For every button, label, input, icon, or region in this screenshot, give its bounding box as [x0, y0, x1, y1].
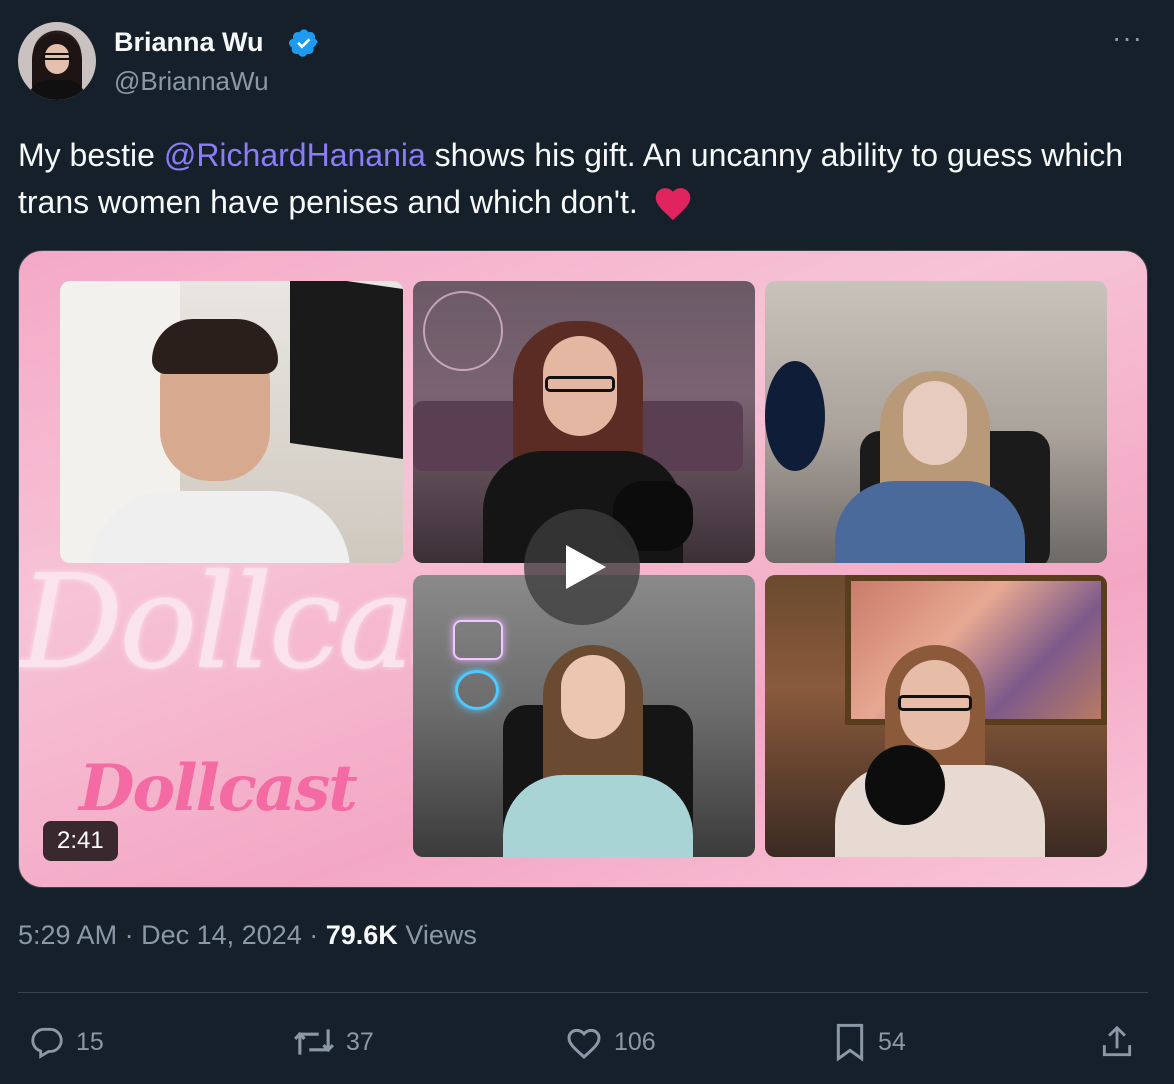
tweet-time[interactable]: 5:29 AM [18, 920, 117, 950]
dollcast-logo-large: Dollcast [19, 546, 439, 698]
dollcast-logo-small: Dollcast [79, 751, 358, 826]
like-button[interactable]: 106 [564, 1022, 656, 1062]
reply-count: 15 [76, 1027, 104, 1056]
tweet-meta: 5:29 AM · Dec 14, 2024 · 79.6K Views [18, 920, 477, 951]
share-button[interactable] [1098, 1022, 1146, 1062]
like-icon [567, 1028, 601, 1060]
tweet: Brianna Wu @BriannaWu ··· My bestie @Ric… [0, 0, 1174, 1084]
display-name[interactable]: Brianna Wu [114, 27, 264, 58]
video-frame-guest-2 [765, 281, 1107, 563]
avatar[interactable] [18, 22, 96, 100]
divider [18, 992, 1148, 993]
views-count[interactable]: 79.6K [326, 920, 398, 950]
reply-button[interactable]: 15 [28, 1022, 104, 1062]
red-heart-icon [655, 188, 690, 221]
verified-badge-icon[interactable] [288, 27, 320, 59]
handle[interactable]: @BriannaWu [114, 66, 269, 97]
retweet-icon [294, 1029, 334, 1055]
retweet-button[interactable]: 37 [292, 1022, 374, 1062]
video-frame-guest-4 [765, 575, 1107, 857]
share-icon [1102, 1025, 1132, 1057]
play-button[interactable] [524, 509, 640, 625]
meta-separator-2: · [309, 920, 319, 950]
tweet-text: My bestie @RichardHanania shows his gift… [18, 132, 1148, 226]
retweet-count: 37 [346, 1027, 374, 1056]
bookmark-count: 54 [878, 1027, 906, 1056]
bookmark-icon [836, 1023, 864, 1062]
views-label: Views [405, 920, 477, 950]
tweet-text-start: My bestie [18, 137, 164, 173]
bookmark-button[interactable]: 54 [832, 1022, 906, 1062]
video-duration: 2:41 [43, 821, 118, 861]
video-player[interactable]: Dollcast Dollcast 2:41 [18, 250, 1148, 888]
like-count: 106 [614, 1027, 656, 1056]
more-options-icon[interactable]: ··· [1112, 24, 1148, 52]
mention-link[interactable]: @RichardHanania [164, 137, 426, 173]
video-frame-host [60, 281, 403, 563]
reply-icon [31, 1027, 63, 1059]
tweet-date[interactable]: Dec 14, 2024 [141, 920, 302, 950]
meta-separator: · [124, 920, 134, 950]
play-icon [566, 545, 606, 589]
